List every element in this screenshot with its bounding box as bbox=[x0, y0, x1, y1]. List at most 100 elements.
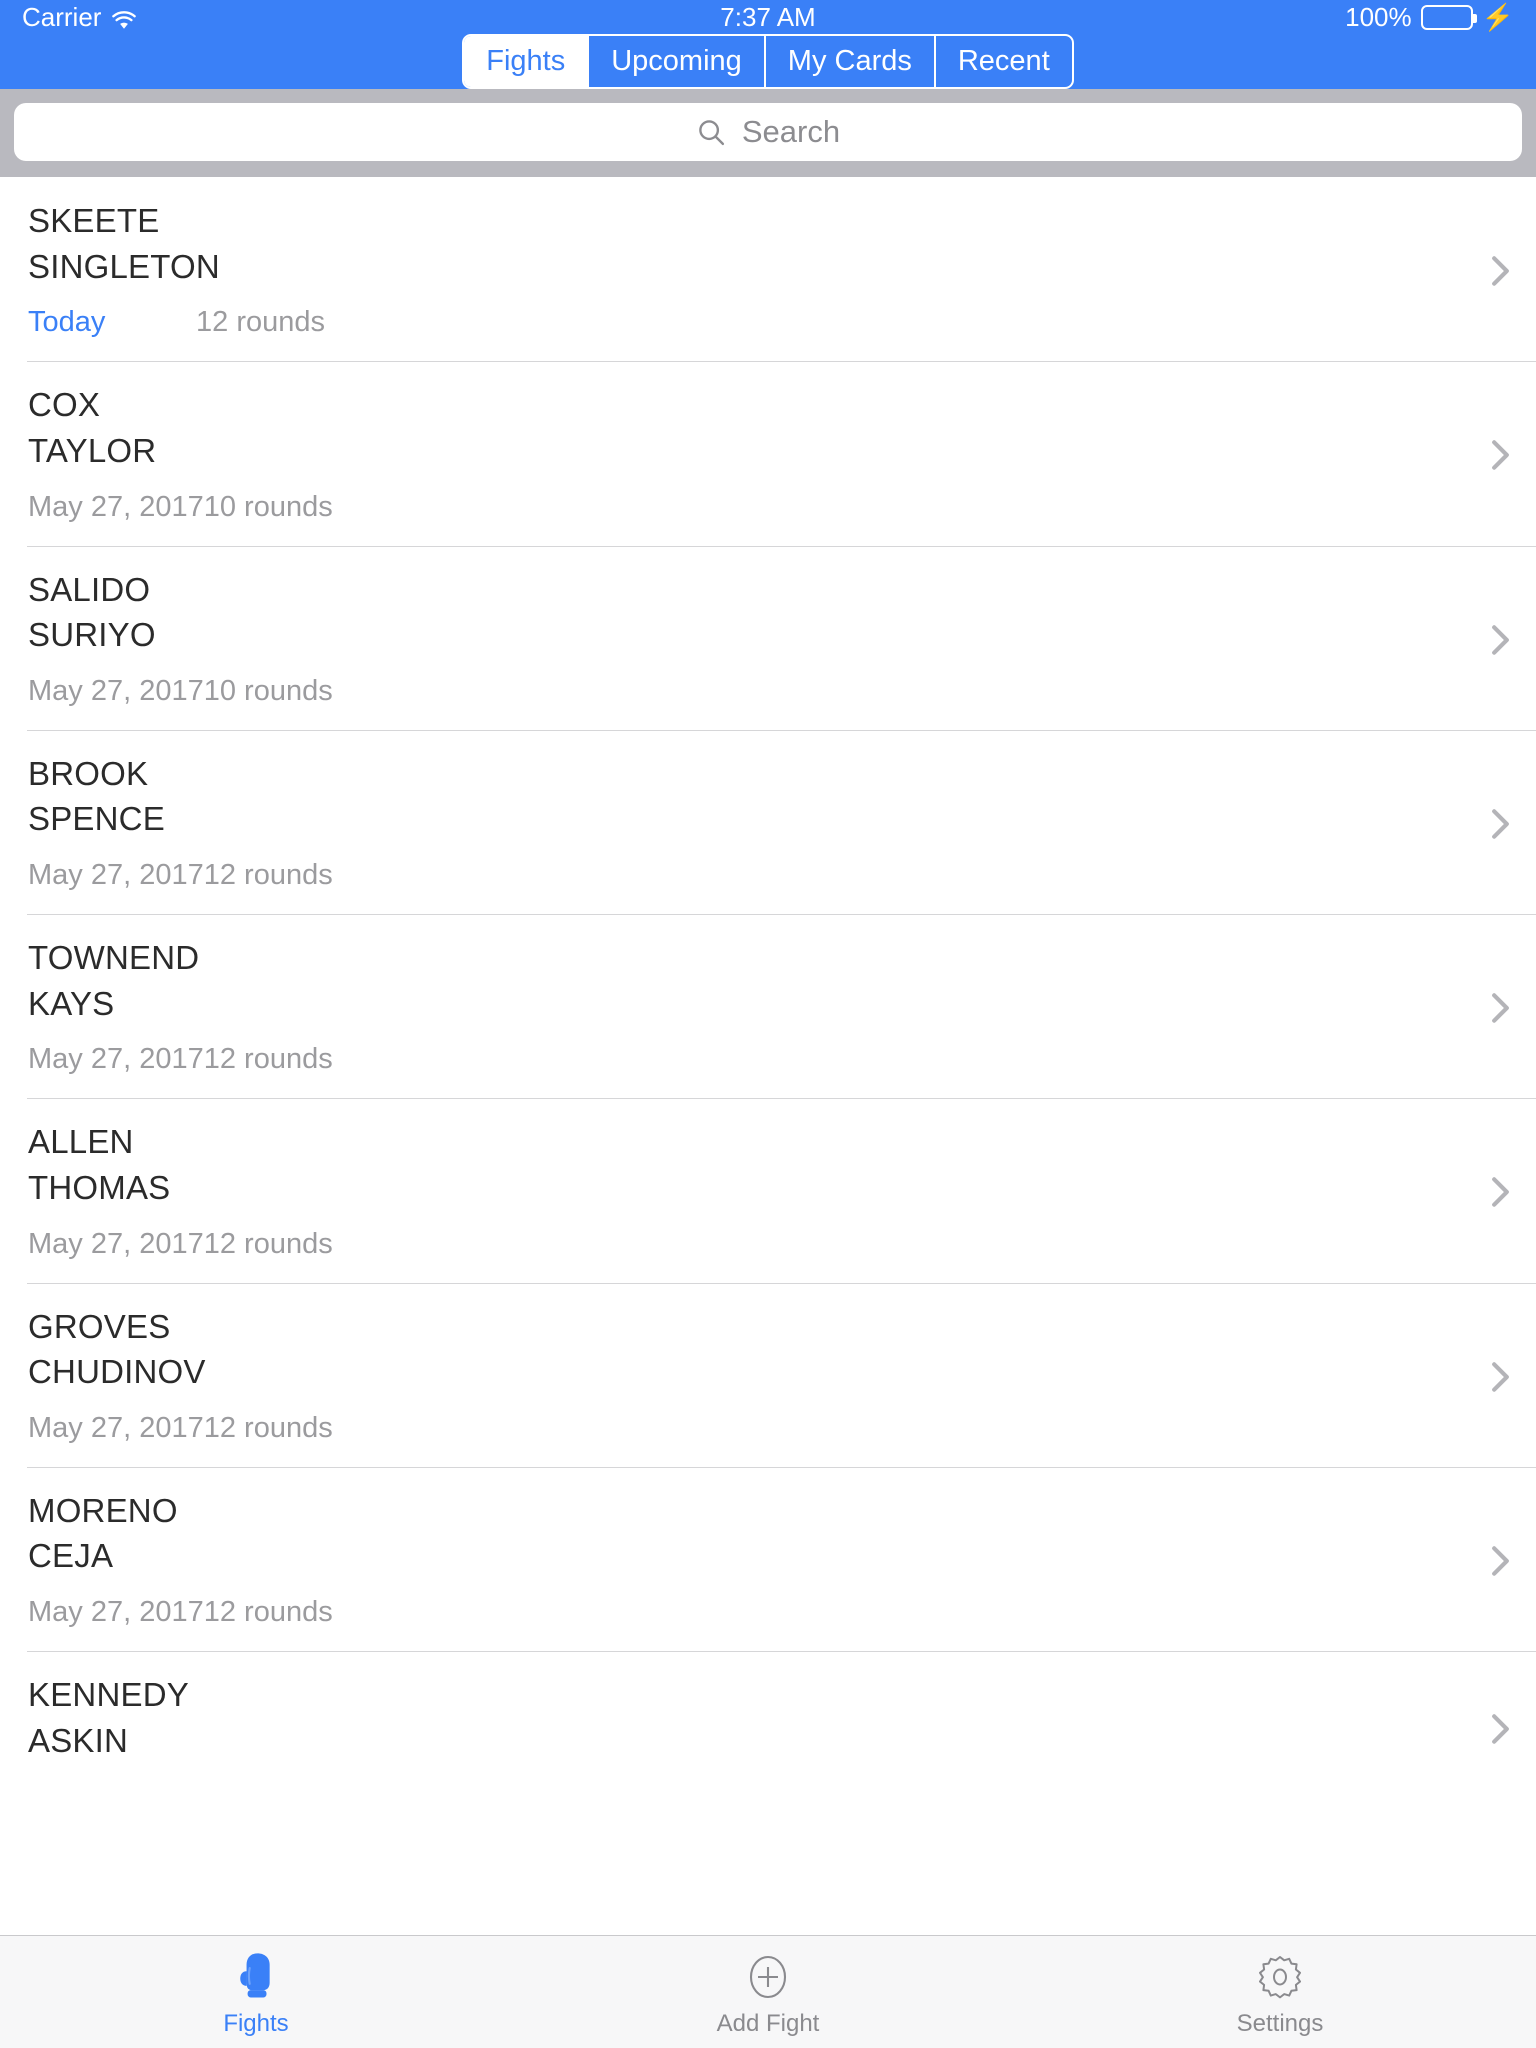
row-meta: May 27, 2017 12 rounds bbox=[28, 1412, 1464, 1445]
fight-list[interactable]: SKEETE SINGLETON Today 12 rounds COX TAY… bbox=[0, 177, 1536, 2048]
fighter-b-name: SPENCE bbox=[28, 800, 165, 838]
battery-icon bbox=[1420, 4, 1477, 30]
row-content: GROVES CHUDINOV May 27, 2017 12 rounds bbox=[28, 1308, 1464, 1445]
carrier-label: Carrier bbox=[22, 1, 102, 32]
fight-date: May 27, 2017 bbox=[28, 1043, 204, 1076]
fighter-b-name: SURIYO bbox=[28, 616, 156, 654]
fighter-b-name: CHUDINOV bbox=[28, 1353, 206, 1391]
chevron-right-icon[interactable] bbox=[1464, 1713, 1536, 1745]
table-row[interactable]: COX TAYLOR May 27, 2017 10 rounds bbox=[0, 361, 1536, 545]
fight-rounds: 10 rounds bbox=[203, 674, 333, 707]
row-separator bbox=[27, 1098, 1536, 1100]
fight-date: Today bbox=[28, 306, 106, 339]
row-meta: May 27, 2017 12 rounds bbox=[28, 1043, 1464, 1076]
fight-rounds: 12 rounds bbox=[196, 306, 325, 339]
status-bar: Carrier 7:37 AM 100% ⚡ bbox=[0, 0, 1536, 34]
tab-add-fight[interactable]: Add Fight bbox=[512, 1948, 1024, 2038]
segment-fights[interactable]: Fights bbox=[464, 36, 588, 87]
fighter-b-name: ASKIN bbox=[28, 1721, 129, 1759]
search-input[interactable]: Search bbox=[14, 103, 1522, 161]
table-row[interactable]: GROVES CHUDINOV May 27, 2017 12 rounds bbox=[0, 1282, 1536, 1467]
row-content: SKEETE SINGLETON Today 12 rounds bbox=[28, 203, 1464, 339]
fighter-b-name: TAYLOR bbox=[28, 431, 157, 469]
fight-rounds: 12 rounds bbox=[203, 859, 333, 891]
chevron-right-icon[interactable] bbox=[1464, 1361, 1536, 1393]
segmented-control[interactable]: Fights Upcoming My Cards Recent bbox=[462, 34, 1074, 89]
chevron-right-icon[interactable] bbox=[1464, 439, 1536, 471]
fighter-b-name: KAYS bbox=[28, 984, 115, 1022]
fighter-a-name: TOWNEND bbox=[28, 939, 200, 976]
fighter-b-name: CEJA bbox=[28, 1537, 114, 1575]
row-meta: Today 12 rounds bbox=[28, 306, 1464, 339]
navigation-bar: Carrier 7:37 AM 100% ⚡ Fights Upcoming M… bbox=[0, 0, 1536, 89]
fight-rounds: 12 rounds bbox=[203, 1043, 333, 1076]
fighter-a-name: SKEETE bbox=[28, 202, 160, 239]
fighter-b-name: SINGLETON bbox=[28, 247, 220, 285]
row-meta: May 27, 2017 10 rounds bbox=[28, 675, 1464, 708]
row-separator bbox=[27, 1466, 1536, 1468]
row-content: MORENO CEJA May 27, 2017 12 rounds bbox=[28, 1493, 1464, 1629]
chevron-right-icon[interactable] bbox=[1464, 624, 1536, 656]
table-row[interactable]: SKEETE SINGLETON Today 12 rounds bbox=[0, 177, 1536, 361]
segment-my-cards[interactable]: My Cards bbox=[763, 36, 934, 87]
segment-recent[interactable]: Recent bbox=[933, 36, 1072, 87]
chevron-right-icon[interactable] bbox=[1464, 992, 1536, 1024]
row-separator bbox=[27, 729, 1536, 731]
table-row[interactable]: KENNEDY ASKIN bbox=[0, 1651, 1536, 1802]
row-meta: May 27, 2017 10 rounds bbox=[28, 491, 1464, 524]
chevron-right-icon[interactable] bbox=[1464, 1545, 1536, 1577]
tab-label-settings: Settings bbox=[1236, 2010, 1324, 2037]
search-icon bbox=[696, 117, 726, 147]
row-meta: May 27, 2017 12 rounds bbox=[28, 859, 1464, 892]
segment-upcoming[interactable]: Upcoming bbox=[587, 36, 764, 87]
table-row[interactable]: MORENO CEJA May 27, 2017 12 rounds bbox=[0, 1466, 1536, 1651]
gear-icon bbox=[1256, 1948, 1304, 2006]
tab-bar: Fights Add Fight Settings bbox=[0, 1935, 1536, 2048]
fight-date: May 27, 2017 bbox=[28, 1227, 204, 1260]
table-row[interactable]: BROOK SPENCE May 27, 2017 12 rounds bbox=[0, 729, 1536, 914]
lightning-bolt-icon: ⚡ bbox=[1481, 2, 1514, 32]
fight-rounds: 12 rounds bbox=[203, 1596, 333, 1628]
segmented-control-container: Fights Upcoming My Cards Recent bbox=[0, 34, 1536, 89]
fight-rounds: 12 rounds bbox=[203, 1227, 333, 1260]
tab-fights[interactable]: Fights bbox=[0, 1948, 512, 2038]
fight-date: May 27, 2017 bbox=[28, 674, 204, 707]
fighter-b-name: THOMAS bbox=[28, 1168, 171, 1206]
tab-label-add-fight: Add Fight bbox=[716, 2010, 820, 2037]
fight-date: May 27, 2017 bbox=[28, 490, 204, 523]
fighter-a-name: BROOK bbox=[28, 754, 149, 792]
fight-rounds: 10 rounds bbox=[203, 490, 333, 523]
row-separator bbox=[27, 914, 1536, 915]
row-content: BROOK SPENCE May 27, 2017 12 rounds bbox=[28, 756, 1464, 892]
boxing-glove-icon bbox=[235, 1948, 277, 2006]
chevron-right-icon[interactable] bbox=[1464, 808, 1536, 840]
row-separator bbox=[27, 1651, 1536, 1652]
row-content: KENNEDY ASKIN bbox=[28, 1677, 1464, 1780]
wifi-icon bbox=[111, 7, 137, 29]
row-content: SALIDO SURIYO May 27, 2017 10 rounds bbox=[28, 570, 1464, 708]
fight-date: May 27, 2017 bbox=[28, 859, 204, 891]
tab-settings[interactable]: Settings bbox=[1024, 1948, 1536, 2038]
chevron-right-icon[interactable] bbox=[1464, 1176, 1536, 1208]
search-bar-container: Search bbox=[0, 89, 1536, 177]
fighter-a-name: SALIDO bbox=[28, 570, 151, 608]
battery-percent-label: 100% bbox=[1345, 1, 1412, 32]
row-content: COX TAYLOR May 27, 2017 10 rounds bbox=[28, 387, 1464, 523]
table-row[interactable]: SALIDO SURIYO May 27, 2017 10 rounds bbox=[0, 545, 1536, 730]
status-bar-right: 100% ⚡ bbox=[1345, 2, 1514, 33]
status-bar-left: Carrier bbox=[22, 2, 137, 33]
row-meta: May 27, 2017 12 rounds bbox=[28, 1228, 1464, 1261]
row-separator bbox=[27, 361, 1536, 363]
fighter-a-name: MORENO bbox=[28, 1491, 178, 1529]
plus-circle-icon bbox=[746, 1948, 790, 2006]
fighter-a-name: KENNEDY bbox=[28, 1676, 189, 1713]
app-root: Carrier 7:37 AM 100% ⚡ Fights Upcoming M… bbox=[0, 0, 1536, 2048]
search-placeholder: Search bbox=[741, 114, 841, 149]
row-meta: May 27, 2017 12 rounds bbox=[28, 1596, 1464, 1629]
table-row[interactable]: TOWNEND KAYS May 27, 2017 12 rounds bbox=[0, 914, 1536, 1098]
status-bar-time: 7:37 AM bbox=[720, 1, 816, 32]
fight-date: May 27, 2017 bbox=[28, 1411, 204, 1444]
table-row[interactable]: ALLEN THOMAS May 27, 2017 12 rounds bbox=[0, 1098, 1536, 1282]
chevron-right-icon[interactable] bbox=[1464, 255, 1536, 287]
fighter-a-name: ALLEN bbox=[28, 1123, 134, 1161]
